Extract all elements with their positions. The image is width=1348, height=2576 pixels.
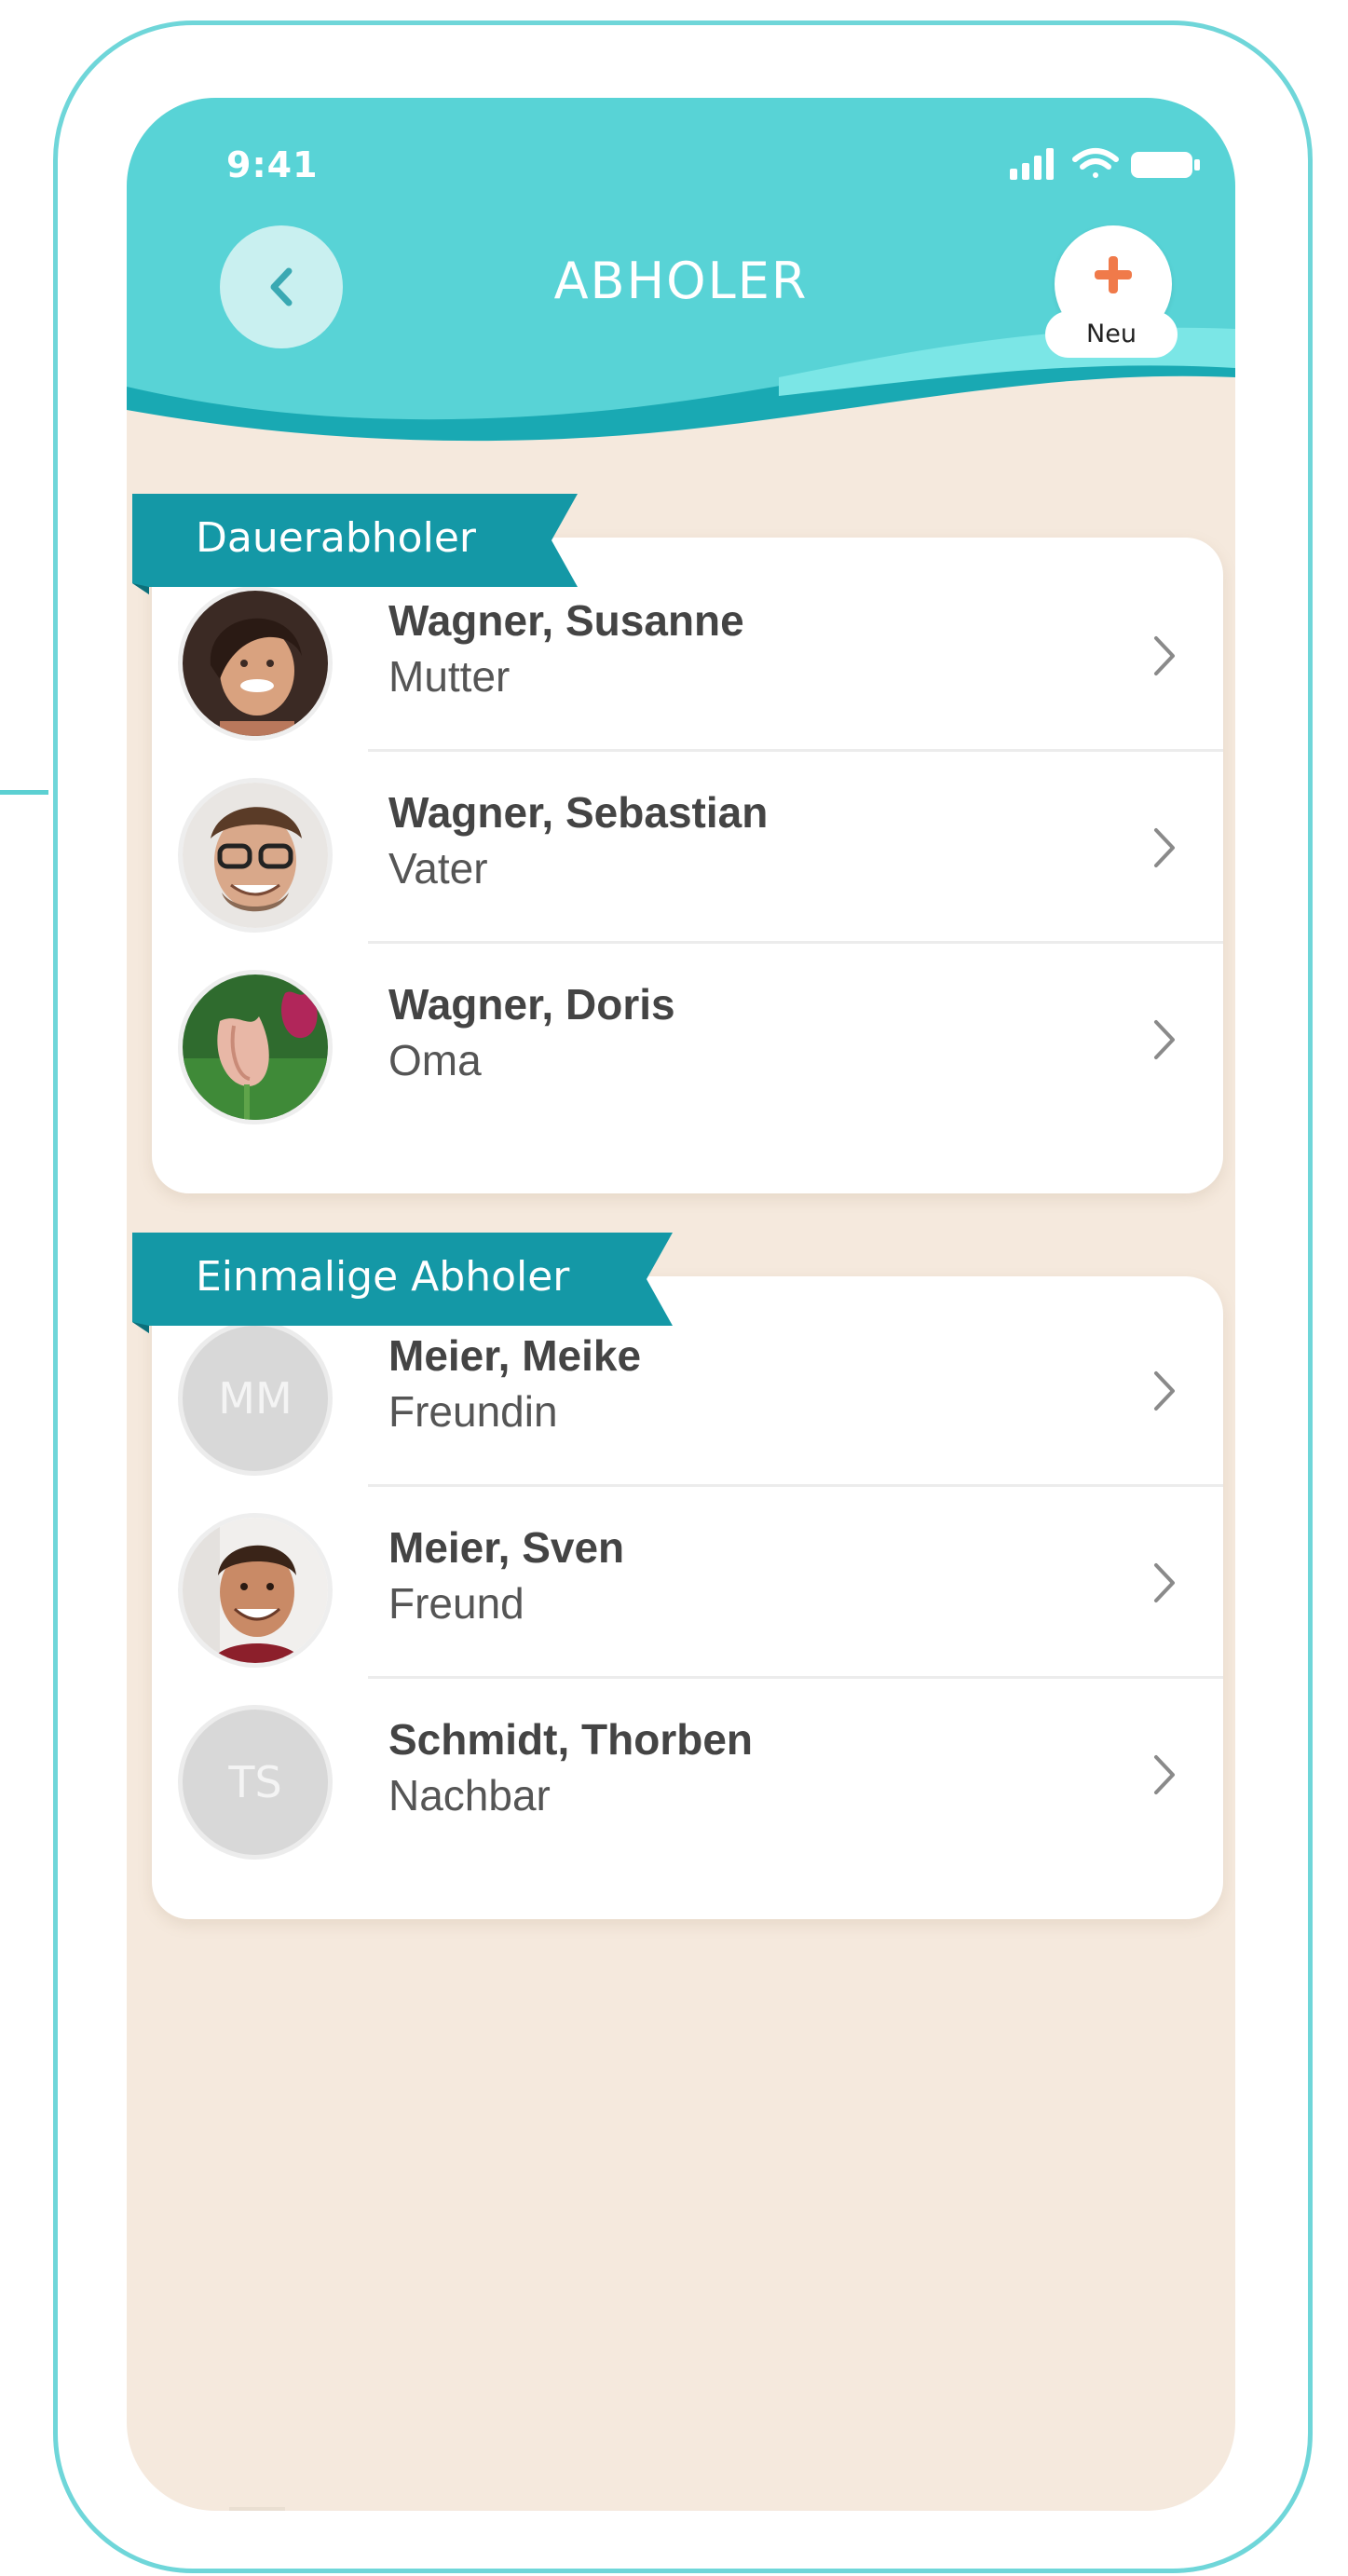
section-title: Einmalige Abholer [196,1253,570,1301]
item-name: Schmidt, Thorben [388,1715,753,1764]
item-name: Wagner, Doris [388,980,675,1029]
item-role: Freund [388,1579,524,1628]
avatar [178,778,333,933]
card-dauerabholer: Wagner, Susanne Mutter Wagner, Sebastian… [152,538,1223,1193]
item-name: Wagner, Susanne [388,596,744,645]
man-smiling-photo-icon [183,1518,328,1663]
item-name: Meier, Meike [388,1331,642,1380]
list-item[interactable]: Wagner, Doris Oma [152,944,1223,1136]
item-role: Vater [388,844,488,893]
chevron-right-icon [1154,828,1175,867]
new-button[interactable]: Neu [1045,225,1178,358]
list-item[interactable]: Meier, Sven Freund [152,1487,1223,1679]
item-role: Nachbar [388,1771,551,1820]
avatar [178,586,333,741]
woman-photo-icon [183,591,328,736]
section-title: Dauerabholer [196,514,476,562]
tulip-photo-icon [183,975,328,1120]
item-name: Meier, Sven [388,1523,625,1572]
list-item[interactable]: Wagner, Sebastian Vater [152,752,1223,944]
section-tab-dauerabholer: Dauerabholer [132,494,598,596]
avatar [178,970,333,1124]
item-role: Oma [388,1036,482,1084]
avatar [178,1513,333,1668]
item-role: Mutter [388,652,511,701]
list-item[interactable]: TS Schmidt, Thorben Nachbar [152,1679,1223,1871]
app-screen: 9:41 ABHOLER Neu Dauerabholer Wagner, Su… [127,98,1235,2511]
man-glasses-photo-icon [183,783,328,928]
new-button-label: Neu [1045,311,1178,358]
chevron-right-icon [1154,1020,1175,1059]
avatar-initials: TS [178,1705,333,1860]
section-tab-einmalige-abholer: Einmalige Abholer [132,1233,691,1335]
signal-icon [1010,148,1054,180]
chevron-right-icon [1154,1755,1175,1794]
item-name: Wagner, Sebastian [388,788,769,837]
card-einmalige-abholer: MM Meier, Meike Freundin Meier, Sven Fre… [152,1276,1223,1919]
chevron-right-icon [1154,1563,1175,1602]
battery-icon [1131,152,1200,178]
status-time: 9:41 [226,144,319,185]
plus-icon [1095,256,1132,293]
bottom-edge-mark [229,2507,285,2511]
item-role: Freundin [388,1387,558,1436]
connector-line [0,790,48,795]
avatar-initials: MM [178,1321,333,1476]
chevron-right-icon [1154,1371,1175,1411]
chevron-right-icon [1154,636,1175,675]
wifi-icon [1072,148,1119,178]
status-icons [1010,148,1200,180]
